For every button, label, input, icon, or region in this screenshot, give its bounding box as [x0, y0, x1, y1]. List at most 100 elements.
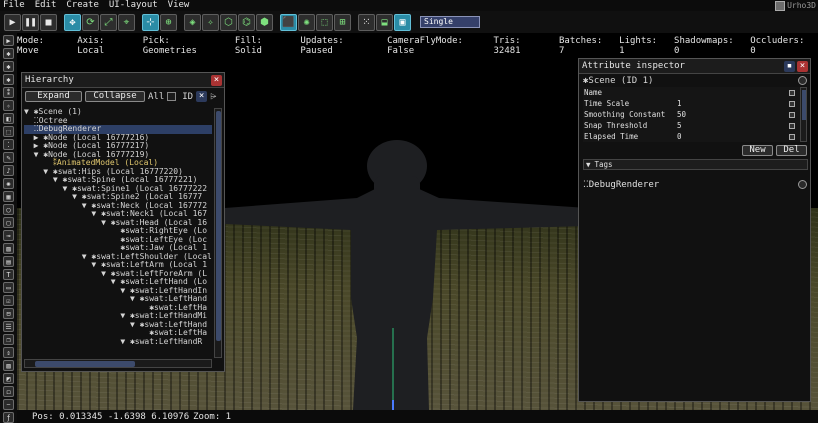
world-axis-icon[interactable]: ⊕ [160, 13, 177, 31]
hierarchy-panel: Hierarchy × Expand Collapse All ID × ⩥ ▼… [21, 72, 225, 372]
sidebar-octree-icon[interactable]: ⁚ [3, 139, 14, 150]
sidebar-collision-icon[interactable]: ▢ [3, 217, 14, 228]
sidebar-button-icon[interactable]: ▭ [3, 282, 14, 293]
expand-button[interactable]: Expand [25, 91, 82, 102]
sidebar-terrain-icon[interactable]: ▦ [3, 191, 14, 202]
sidebar-list-icon[interactable]: ☰ [3, 321, 14, 332]
attribute-edit-icon[interactable] [789, 89, 795, 96]
status-tris: Tris: 32481 [493, 36, 521, 56]
fill-points-icon[interactable]: ⬚ [316, 13, 333, 31]
status-batches: Batches: 7 [559, 36, 603, 56]
hierarchy-close-icon[interactable]: × [211, 74, 222, 86]
collapse-button[interactable]: Collapse [85, 91, 145, 102]
lock-icon[interactable]: ▪ [784, 60, 795, 72]
hierarchy-hscrollbar[interactable] [24, 359, 212, 368]
grid-icon[interactable]: ⁙ [358, 13, 375, 31]
hierarchy-vscrollbar[interactable] [214, 108, 222, 358]
sidebar-constraint-icon[interactable]: ⊸ [3, 230, 14, 241]
sidebar-window-icon[interactable]: ❐ [3, 334, 14, 345]
stop-icon[interactable]: ■ [40, 13, 57, 31]
snap-icon[interactable]: ⊞ [334, 13, 351, 31]
attribute-edit-icon[interactable] [789, 111, 795, 118]
toolbar: ▶ ❚❚ ■ ✥ ⟳ ⤢ ⌖ ⊹ ⊕ ◈ ✧ ⬡ ⌬ ⬢ ⬛ ✺ ⬚ ⊞ ⁙ ⬓… [0, 11, 818, 33]
hierarchy-toolbar: Expand Collapse All ID × ⩥ [22, 88, 224, 103]
tags-section[interactable]: ▼ Tags [583, 159, 808, 170]
viewport-mode-select[interactable]: Single [420, 16, 480, 28]
scene-reset-icon[interactable] [798, 76, 807, 85]
sidebar-image-icon[interactable]: ▨ [3, 360, 14, 371]
attribute-inspector-titlebar[interactable]: Attribute inspector ▪ × [579, 59, 810, 74]
pick-ui-icon[interactable]: ⬢ [256, 13, 273, 31]
attribute-value-field[interactable]: 0 [675, 132, 797, 141]
sort-icon[interactable]: ⩥ [210, 92, 216, 102]
sidebar-line-icon[interactable]: ⎯ [3, 399, 14, 410]
play-icon[interactable]: ▶ [4, 13, 21, 31]
fill-wireframe-icon[interactable]: ✺ [298, 13, 315, 31]
tags-collapse-icon[interactable]: ▼ [586, 160, 591, 169]
pick-lights-icon[interactable]: ✧ [202, 13, 219, 31]
pause-icon[interactable]: ❚❚ [22, 13, 39, 31]
sidebar-physics-icon[interactable]: ◯ [3, 204, 14, 215]
hierarchy-vscroll-thumb[interactable] [216, 111, 221, 341]
attribute-edit-icon[interactable] [789, 100, 795, 107]
pick-zones-icon[interactable]: ⬡ [220, 13, 237, 31]
view-cube-icon[interactable]: ⬓ [376, 13, 393, 31]
menu-file[interactable]: File [3, 0, 25, 11]
sidebar-camera-icon[interactable]: ◧ [3, 113, 14, 124]
attribute-row: Time Scale 1 [583, 98, 805, 109]
sidebar-sprite-icon[interactable]: ◩ [3, 373, 14, 384]
attribute-edit-icon[interactable] [789, 133, 795, 140]
hierarchy-hscroll-thumb[interactable] [35, 361, 135, 367]
rotate-tool-icon[interactable]: ⟳ [82, 13, 99, 31]
attribute-edit-icon[interactable] [789, 122, 795, 129]
sidebar-new-icon[interactable]: ✱ [3, 48, 14, 59]
attribute-row: Name [583, 87, 805, 98]
sidebar-checkbox-icon[interactable]: ☑ [3, 295, 14, 306]
status-lights: Lights: 1 [619, 36, 658, 56]
menu-view[interactable]: View [168, 0, 190, 11]
menu-edit[interactable]: Edit [35, 0, 57, 11]
local-axis-icon[interactable]: ⊹ [142, 13, 159, 31]
all-checkbox[interactable] [167, 92, 177, 101]
del-button[interactable]: Del [776, 145, 807, 156]
id-clear-icon[interactable]: × [196, 91, 208, 102]
attribute-value-field[interactable]: 5 [675, 121, 797, 130]
sidebar-node-icon[interactable]: ✱ [3, 61, 14, 72]
scale-tool-icon[interactable]: ⤢ [100, 13, 117, 31]
sidebar-light-icon[interactable]: ✧ [3, 100, 14, 111]
sidebar-scroll-icon[interactable]: ⇕ [3, 347, 14, 358]
sidebar-model-icon[interactable]: ⁑ [3, 87, 14, 98]
sidebar-play-icon[interactable]: ▶ [3, 35, 14, 46]
attribute-value-field[interactable]: 50 [675, 110, 797, 119]
hierarchy-tree[interactable]: ▼ ✱Scene (1) ⁚⁚Octree ⁚⁚DebugRenderer ▶ … [24, 108, 212, 358]
pick-geometries-icon[interactable]: ◈ [184, 13, 201, 31]
fill-solid-icon[interactable]: ⬛ [280, 13, 297, 31]
sidebar-particle-icon[interactable]: ✺ [3, 178, 14, 189]
menu-create[interactable]: Create [66, 0, 99, 11]
attribute-scrollbar[interactable] [800, 87, 807, 142]
select-tool-icon[interactable]: ⌖ [118, 13, 135, 31]
sidebar-text-icon[interactable]: T [3, 269, 14, 280]
sidebar-sound-icon[interactable]: ♪ [3, 165, 14, 176]
attribute-close-icon[interactable]: × [797, 60, 808, 72]
sidebar-slider-icon[interactable]: ⊟ [3, 308, 14, 319]
camera-zoom: Zoom: 1 [193, 411, 232, 422]
sidebar-local-node-icon[interactable]: ✱ [3, 74, 14, 85]
sidebar-zone-icon[interactable]: ⬚ [3, 126, 14, 137]
attribute-table: Name Time Scale 1 Smoothing Constant 50 Snap … [583, 87, 807, 142]
attribute-value-field[interactable]: 1 [675, 99, 797, 108]
pick-rigidbodies-icon[interactable]: ⌬ [238, 13, 255, 31]
sidebar-font-icon[interactable]: ƒ [3, 412, 14, 423]
sidebar-ui-icon[interactable]: ▤ [3, 256, 14, 267]
new-button[interactable]: New [742, 145, 773, 156]
viewport-layout-icon[interactable]: ▣ [394, 13, 411, 31]
hierarchy-titlebar[interactable]: Hierarchy × [22, 73, 224, 88]
hierarchy-row[interactable]: ▼ ✱swat:LeftHandR [24, 337, 212, 347]
sidebar-navmesh-icon[interactable]: ▧ [3, 243, 14, 254]
menu-ui-layout[interactable]: UI-layout [109, 0, 158, 11]
sidebar-border-icon[interactable]: ◻ [3, 386, 14, 397]
attribute-key: Snap Threshold [584, 121, 648, 130]
sidebar-script-icon[interactable]: ✎ [3, 152, 14, 163]
move-tool-icon[interactable]: ✥ [64, 13, 81, 31]
debug-renderer-reset-icon[interactable] [798, 180, 807, 189]
